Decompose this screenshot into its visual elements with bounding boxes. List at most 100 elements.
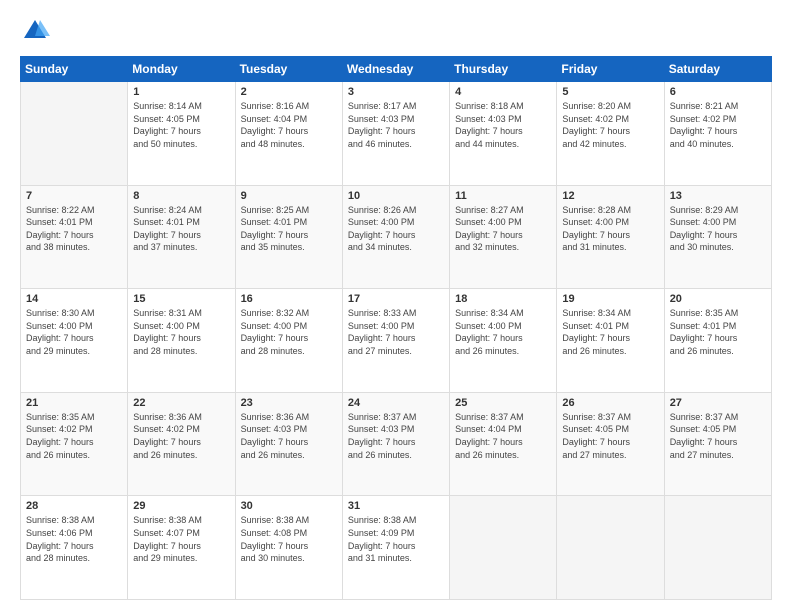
day-number: 17	[348, 293, 444, 305]
calendar-cell: 3Sunrise: 8:17 AM Sunset: 4:03 PM Daylig…	[342, 82, 449, 186]
day-number: 18	[455, 293, 551, 305]
day-info: Sunrise: 8:37 AM Sunset: 4:05 PM Dayligh…	[670, 411, 766, 461]
calendar-header-saturday: Saturday	[664, 57, 771, 82]
calendar-cell: 12 Sunrise: 8:28 AM Sunset: 4:00 PM Dayli…	[557, 185, 664, 289]
calendar-cell: 7 Sunrise: 8:22 AM Sunset: 4:01 PM Daylig…	[21, 185, 128, 289]
day-info: Sunrise: 8:38 AM Sunset: 4:06 PM Dayligh…	[26, 514, 122, 564]
day-info: Sunrise: 8:17 AM Sunset: 4:03 PM Dayligh…	[348, 100, 444, 150]
calendar-cell: 5 Sunrise: 8:20 AM Sunset: 4:02 PM Daylig…	[557, 82, 664, 186]
day-number: 24	[348, 397, 444, 409]
day-info: Sunrise: 8:38 AM Sunset: 4:07 PM Dayligh…	[133, 514, 229, 564]
day-number: 26	[562, 397, 658, 409]
day-number: 6	[670, 86, 766, 98]
calendar-header-thursday: Thursday	[450, 57, 557, 82]
day-info: Sunrise: 8:29 AM Sunset: 4:00 PM Dayligh…	[670, 204, 766, 254]
calendar-cell: 22 Sunrise: 8:36 AM Sunset: 4:02 PM Dayli…	[128, 392, 235, 496]
calendar-cell: 1 Sunrise: 8:14 AM Sunset: 4:05 PM Daylig…	[128, 82, 235, 186]
day-info: Sunrise: 8:27 AM Sunset: 4:00 PM Dayligh…	[455, 204, 551, 254]
calendar-header-row: SundayMondayTuesdayWednesdayThursdayFrid…	[21, 57, 772, 82]
calendar-week-row: 28 Sunrise: 8:38 AM Sunset: 4:06 PM Dayli…	[21, 496, 772, 600]
day-number: 1	[133, 86, 229, 98]
day-info: Sunrise: 8:16 AM Sunset: 4:04 PM Dayligh…	[241, 100, 337, 150]
calendar-cell	[664, 496, 771, 600]
calendar-cell: 11 Sunrise: 8:27 AM Sunset: 4:00 PM Dayli…	[450, 185, 557, 289]
day-number: 25	[455, 397, 551, 409]
day-info: Sunrise: 8:32 AM Sunset: 4:00 PM Dayligh…	[241, 307, 337, 357]
day-number: 20	[670, 293, 766, 305]
calendar-cell: 19 Sunrise: 8:34 AM Sunset: 4:01 PM Dayli…	[557, 289, 664, 393]
calendar-cell: 17 Sunrise: 8:33 AM Sunset: 4:00 PM Dayli…	[342, 289, 449, 393]
day-number: 12	[562, 190, 658, 202]
calendar-week-row: 14 Sunrise: 8:30 AM Sunset: 4:00 PM Dayli…	[21, 289, 772, 393]
calendar-header-wednesday: Wednesday	[342, 57, 449, 82]
day-info: Sunrise: 8:36 AM Sunset: 4:02 PM Dayligh…	[133, 411, 229, 461]
day-number: 10	[348, 190, 444, 202]
calendar-week-row: 1 Sunrise: 8:14 AM Sunset: 4:05 PM Daylig…	[21, 82, 772, 186]
calendar-header-sunday: Sunday	[21, 57, 128, 82]
day-number: 19	[562, 293, 658, 305]
day-number: 4	[455, 86, 551, 98]
day-info: Sunrise: 8:24 AM Sunset: 4:01 PM Dayligh…	[133, 204, 229, 254]
day-number: 30	[241, 500, 337, 512]
day-number: 14	[26, 293, 122, 305]
day-info: Sunrise: 8:18 AM Sunset: 4:03 PM Dayligh…	[455, 100, 551, 150]
page-header	[20, 16, 772, 46]
calendar-cell: 15 Sunrise: 8:31 AM Sunset: 4:00 PM Dayli…	[128, 289, 235, 393]
day-info: Sunrise: 8:28 AM Sunset: 4:00 PM Dayligh…	[562, 204, 658, 254]
day-info: Sunrise: 8:35 AM Sunset: 4:01 PM Dayligh…	[670, 307, 766, 357]
day-info: Sunrise: 8:35 AM Sunset: 4:02 PM Dayligh…	[26, 411, 122, 461]
day-number: 7	[26, 190, 122, 202]
day-info: Sunrise: 8:33 AM Sunset: 4:00 PM Dayligh…	[348, 307, 444, 357]
day-number: 29	[133, 500, 229, 512]
calendar-header-friday: Friday	[557, 57, 664, 82]
day-info: Sunrise: 8:37 AM Sunset: 4:04 PM Dayligh…	[455, 411, 551, 461]
day-number: 11	[455, 190, 551, 202]
day-number: 2	[241, 86, 337, 98]
day-number: 13	[670, 190, 766, 202]
calendar-cell: 29 Sunrise: 8:38 AM Sunset: 4:07 PM Dayli…	[128, 496, 235, 600]
calendar-cell	[450, 496, 557, 600]
calendar-table: SundayMondayTuesdayWednesdayThursdayFrid…	[20, 56, 772, 600]
day-info: Sunrise: 8:14 AM Sunset: 4:05 PM Dayligh…	[133, 100, 229, 150]
logo	[20, 16, 54, 46]
day-info: Sunrise: 8:34 AM Sunset: 4:01 PM Dayligh…	[562, 307, 658, 357]
calendar-cell: 27 Sunrise: 8:37 AM Sunset: 4:05 PM Dayli…	[664, 392, 771, 496]
day-number: 8	[133, 190, 229, 202]
calendar-cell: 9Sunrise: 8:25 AM Sunset: 4:01 PM Daylig…	[235, 185, 342, 289]
day-number: 21	[26, 397, 122, 409]
calendar-cell: 10 Sunrise: 8:26 AM Sunset: 4:00 PM Dayli…	[342, 185, 449, 289]
day-info: Sunrise: 8:22 AM Sunset: 4:01 PM Dayligh…	[26, 204, 122, 254]
calendar-cell: 31 Sunrise: 8:38 AM Sunset: 4:09 PM Dayli…	[342, 496, 449, 600]
day-number: 28	[26, 500, 122, 512]
day-info: Sunrise: 8:37 AM Sunset: 4:05 PM Dayligh…	[562, 411, 658, 461]
calendar-cell: 26 Sunrise: 8:37 AM Sunset: 4:05 PM Dayli…	[557, 392, 664, 496]
calendar-cell: 2 Sunrise: 8:16 AM Sunset: 4:04 PM Daylig…	[235, 82, 342, 186]
day-number: 5	[562, 86, 658, 98]
calendar-cell: 6 Sunrise: 8:21 AM Sunset: 4:02 PM Daylig…	[664, 82, 771, 186]
day-info: Sunrise: 8:25 AM Sunset: 4:01 PM Dayligh…	[241, 204, 337, 254]
calendar-cell: 25 Sunrise: 8:37 AM Sunset: 4:04 PM Dayli…	[450, 392, 557, 496]
day-number: 15	[133, 293, 229, 305]
day-number: 27	[670, 397, 766, 409]
day-info: Sunrise: 8:36 AM Sunset: 4:03 PM Dayligh…	[241, 411, 337, 461]
calendar-cell: 28 Sunrise: 8:38 AM Sunset: 4:06 PM Dayli…	[21, 496, 128, 600]
calendar-body: 1 Sunrise: 8:14 AM Sunset: 4:05 PM Daylig…	[21, 82, 772, 600]
calendar-cell	[21, 82, 128, 186]
day-number: 31	[348, 500, 444, 512]
day-info: Sunrise: 8:26 AM Sunset: 4:00 PM Dayligh…	[348, 204, 444, 254]
day-info: Sunrise: 8:21 AM Sunset: 4:02 PM Dayligh…	[670, 100, 766, 150]
calendar-cell: 13 Sunrise: 8:29 AM Sunset: 4:00 PM Dayli…	[664, 185, 771, 289]
day-info: Sunrise: 8:38 AM Sunset: 4:08 PM Dayligh…	[241, 514, 337, 564]
calendar-cell: 30 Sunrise: 8:38 AM Sunset: 4:08 PM Dayli…	[235, 496, 342, 600]
logo-icon	[20, 16, 50, 46]
day-number: 23	[241, 397, 337, 409]
calendar-cell: 21 Sunrise: 8:35 AM Sunset: 4:02 PM Dayli…	[21, 392, 128, 496]
day-number: 22	[133, 397, 229, 409]
day-info: Sunrise: 8:31 AM Sunset: 4:00 PM Dayligh…	[133, 307, 229, 357]
day-info: Sunrise: 8:30 AM Sunset: 4:00 PM Dayligh…	[26, 307, 122, 357]
calendar-cell: 14 Sunrise: 8:30 AM Sunset: 4:00 PM Dayli…	[21, 289, 128, 393]
day-number: 16	[241, 293, 337, 305]
day-info: Sunrise: 8:34 AM Sunset: 4:00 PM Dayligh…	[455, 307, 551, 357]
day-info: Sunrise: 8:38 AM Sunset: 4:09 PM Dayligh…	[348, 514, 444, 564]
day-info: Sunrise: 8:20 AM Sunset: 4:02 PM Dayligh…	[562, 100, 658, 150]
